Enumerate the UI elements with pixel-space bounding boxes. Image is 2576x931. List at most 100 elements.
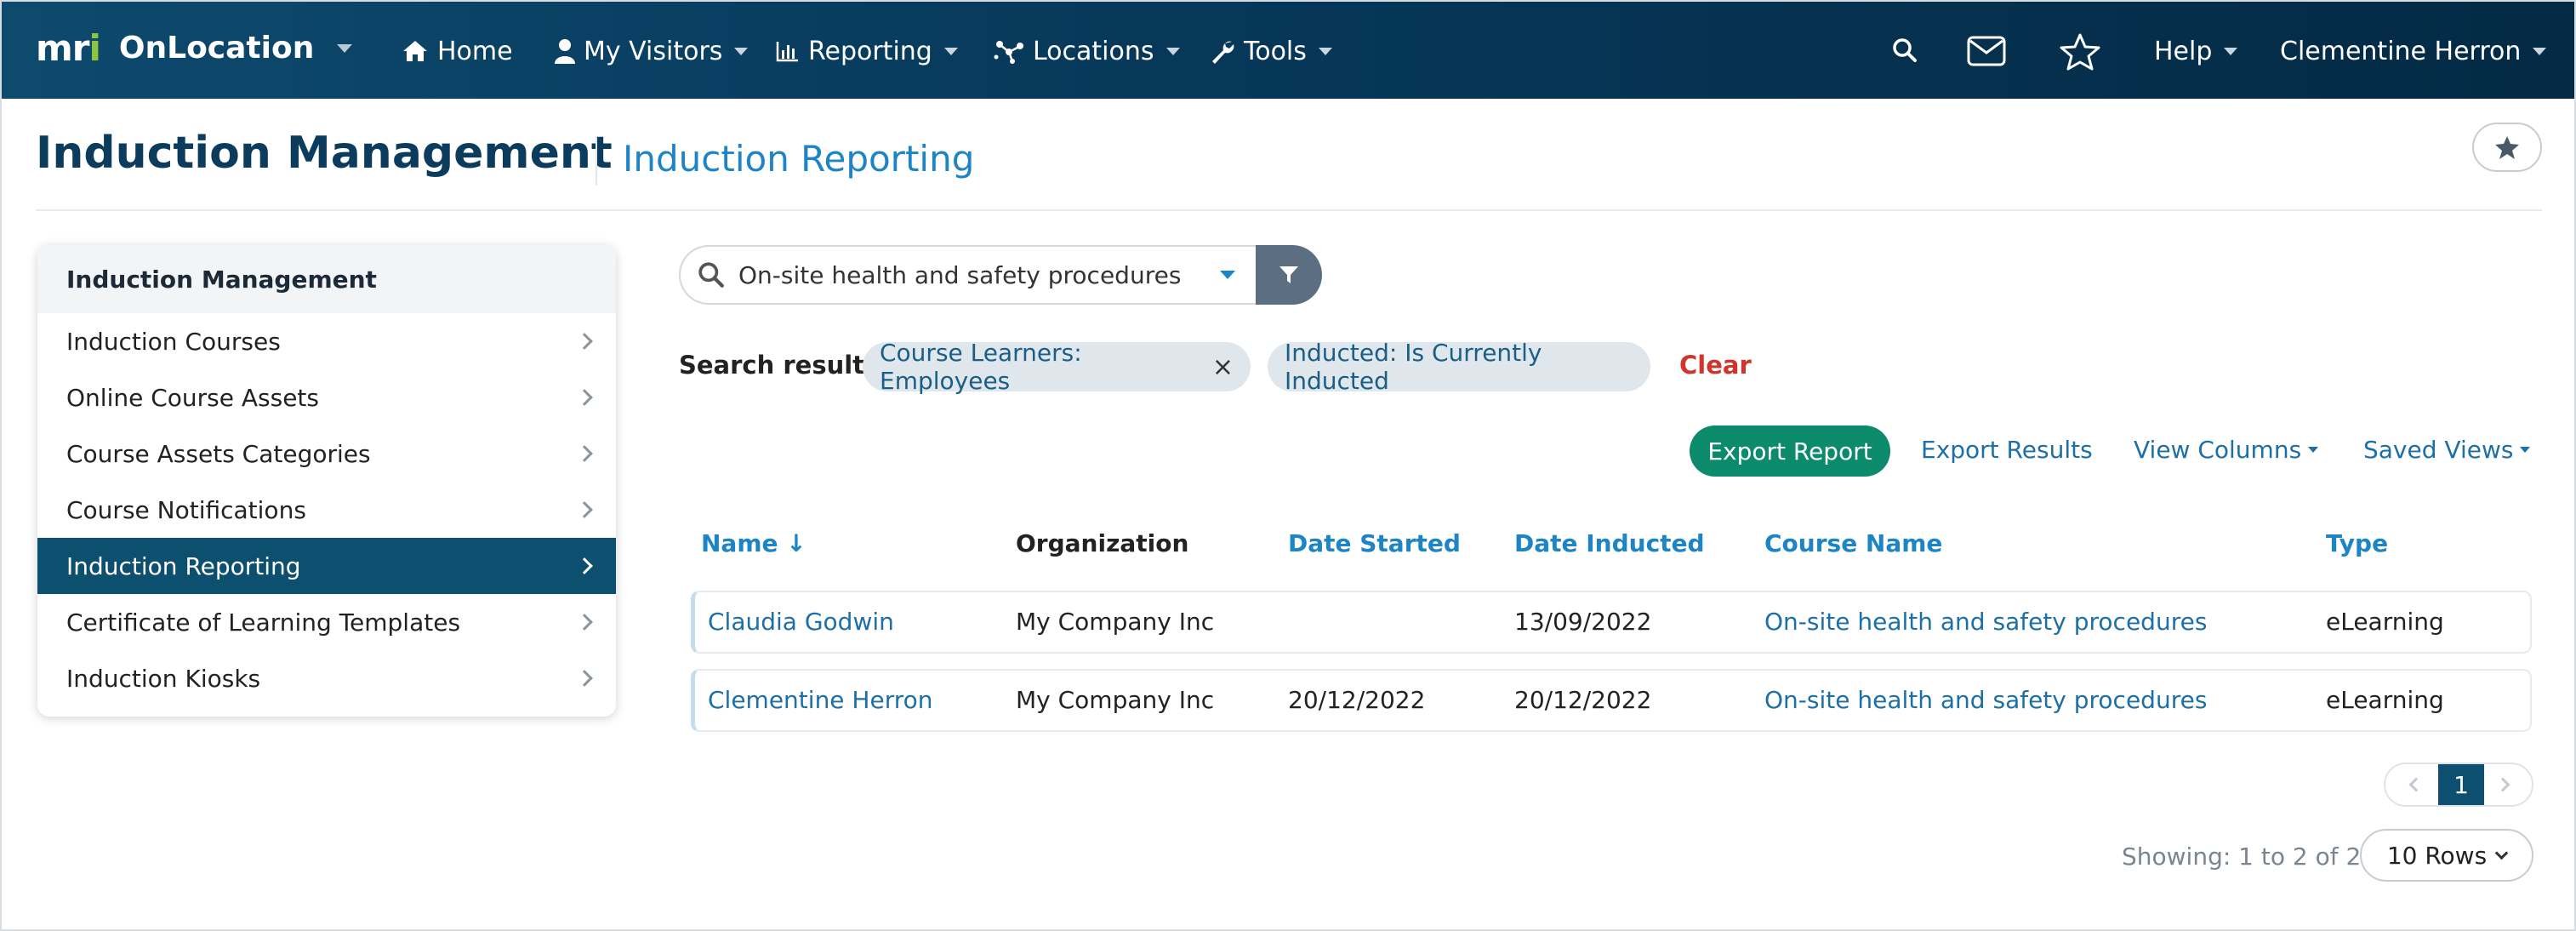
- chevron-down-icon: [2520, 447, 2531, 453]
- filter-chip-course-learners: Course Learners: Employees ×: [863, 339, 1251, 395]
- sidebar-item-label: Induction Courses: [66, 327, 281, 356]
- user-menu[interactable]: Clementine Herron: [2280, 32, 2547, 70]
- title-divider: [596, 136, 597, 186]
- messages-button[interactable]: [1967, 36, 2006, 70]
- view-columns-label: View Columns: [2134, 436, 2302, 464]
- search-icon: [698, 262, 724, 288]
- view-columns-dropdown[interactable]: View Columns: [2134, 436, 2319, 464]
- chevron-down-icon: [2224, 47, 2238, 55]
- favorites-button[interactable]: [2059, 32, 2101, 75]
- rows-per-page-dropdown[interactable]: 10 Rows: [2360, 829, 2533, 882]
- type-cell: eLearning: [2326, 686, 2444, 714]
- page-button-current[interactable]: 1: [2438, 764, 2484, 805]
- sidebar-heading: Induction Management: [37, 245, 616, 313]
- course-name-link[interactable]: On-site health and safety procedures: [1764, 686, 2207, 714]
- help-label: Help: [2154, 36, 2213, 66]
- nav-locations[interactable]: Locations: [994, 32, 1180, 70]
- learner-name-link[interactable]: Claudia Godwin: [708, 608, 894, 636]
- pagination: 1: [2384, 763, 2533, 807]
- learner-name-link[interactable]: Clementine Herron: [708, 686, 933, 714]
- nav-my-visitors-label: My Visitors: [584, 36, 723, 66]
- sidebar-item-course-assets-categories[interactable]: Course Assets Categories: [37, 426, 616, 482]
- search-results-label: Search results:: [679, 351, 889, 380]
- column-header-type[interactable]: Type: [2326, 529, 2388, 557]
- brand-logo: mri: [36, 27, 101, 69]
- sidebar-item-course-notifications[interactable]: Course Notifications: [37, 482, 616, 538]
- filter-button[interactable]: [1256, 245, 1322, 305]
- export-results-link[interactable]: Export Results: [1921, 436, 2093, 464]
- course-name-link[interactable]: On-site health and safety procedures: [1764, 608, 2207, 636]
- date-started-cell: 20/12/2022: [1288, 686, 1426, 714]
- chevron-right-icon: [576, 501, 593, 518]
- star-icon: [2060, 33, 2100, 71]
- network-icon: [994, 41, 1023, 64]
- sidebar-item-label: Course Assets Categories: [66, 439, 371, 468]
- column-header-organization[interactable]: Organization: [1016, 529, 1188, 557]
- wrench-icon: [1212, 41, 1234, 64]
- sidebar-item-certificate-templates[interactable]: Certificate of Learning Templates: [37, 594, 616, 650]
- chevron-right-icon[interactable]: [2495, 777, 2510, 792]
- sidebar-item-label: Course Notifications: [66, 495, 306, 524]
- chevron-down-icon: [734, 47, 749, 55]
- column-header-date-started[interactable]: Date Started: [1288, 529, 1461, 557]
- user-icon: [555, 39, 575, 64]
- mail-icon: [1967, 36, 2006, 66]
- page-subtitle: Induction Reporting: [623, 138, 975, 180]
- chevron-right-icon: [576, 557, 593, 574]
- rows-per-page-label: 10 Rows: [2386, 841, 2488, 870]
- organization-cell: My Company Inc: [1016, 608, 1215, 636]
- column-header-course-name[interactable]: Course Name: [1764, 529, 1942, 557]
- brand-name: OnLocation: [118, 31, 315, 66]
- chip-label: Course Learners: Employees: [880, 339, 1082, 395]
- add-favorite-button[interactable]: [2472, 123, 2542, 172]
- nav-tools-label: Tools: [1244, 36, 1307, 66]
- header-divider: [36, 209, 2542, 211]
- search-value: On-site health and safety procedures: [738, 260, 1182, 289]
- filter-icon: [1279, 266, 1298, 283]
- column-header-date-inducted[interactable]: Date Inducted: [1514, 529, 1705, 557]
- user-name: Clementine Herron: [2280, 36, 2522, 66]
- organization-cell: My Company Inc: [1016, 686, 1215, 714]
- course-search-select[interactable]: On-site health and safety procedures: [679, 245, 1257, 305]
- page-title: Induction Management: [36, 128, 613, 179]
- close-icon[interactable]: ×: [1212, 352, 1234, 382]
- chevron-right-icon: [576, 333, 593, 350]
- help-menu[interactable]: Help: [2154, 32, 2238, 70]
- chevron-right-icon: [576, 389, 593, 406]
- nav-tools[interactable]: Tools: [1210, 32, 1332, 70]
- sidebar-item-induction-reporting[interactable]: Induction Reporting: [37, 538, 616, 594]
- chevron-left-icon[interactable]: [2408, 777, 2424, 792]
- column-header-name[interactable]: Name ↓: [701, 529, 806, 557]
- sidebar-item-online-course-assets[interactable]: Online Course Assets: [37, 369, 616, 426]
- bar-chart-icon: [776, 42, 798, 62]
- chevron-right-icon: [576, 614, 593, 631]
- sidebar-item-label: Induction Kiosks: [66, 664, 261, 693]
- export-report-button[interactable]: Export Report: [1690, 426, 1890, 477]
- saved-views-dropdown[interactable]: Saved Views: [2363, 436, 2531, 464]
- nav-reporting[interactable]: Reporting: [776, 32, 958, 70]
- chevron-down-icon: [1165, 47, 1180, 55]
- nav-my-visitors[interactable]: My Visitors: [555, 32, 749, 70]
- saved-views-label: Saved Views: [2363, 436, 2514, 464]
- export-results-label: Export Results: [1921, 436, 2093, 464]
- type-cell: eLearning: [2326, 608, 2444, 636]
- nav-home-label: Home: [437, 36, 513, 66]
- date-inducted-cell: 13/09/2022: [1514, 608, 1652, 636]
- chevron-down-icon: [2308, 447, 2319, 453]
- search-button[interactable]: [1892, 37, 1918, 66]
- sidebar: Induction Management Induction Courses O…: [37, 245, 616, 717]
- clear-filters-link[interactable]: Clear: [1679, 351, 1752, 380]
- nav-home[interactable]: Home: [402, 32, 513, 70]
- app-switcher-caret[interactable]: [337, 44, 352, 53]
- chip-label: Inducted: Is Currently Inducted: [1285, 339, 1542, 395]
- star-icon: [2495, 136, 2519, 159]
- search-icon: [1893, 38, 1917, 62]
- sidebar-item-induction-kiosks[interactable]: Induction Kiosks: [37, 650, 616, 706]
- brand[interactable]: mri OnLocation: [36, 27, 314, 69]
- chevron-down-icon: [2533, 47, 2547, 55]
- filter-chip-inducted[interactable]: Inducted: Is Currently Inducted: [1268, 339, 1650, 395]
- sidebar-item-label: Online Course Assets: [66, 383, 319, 412]
- dropdown-caret-icon[interactable]: [1220, 271, 1235, 279]
- chevron-right-icon: [576, 670, 593, 687]
- sidebar-item-induction-courses[interactable]: Induction Courses: [37, 313, 616, 369]
